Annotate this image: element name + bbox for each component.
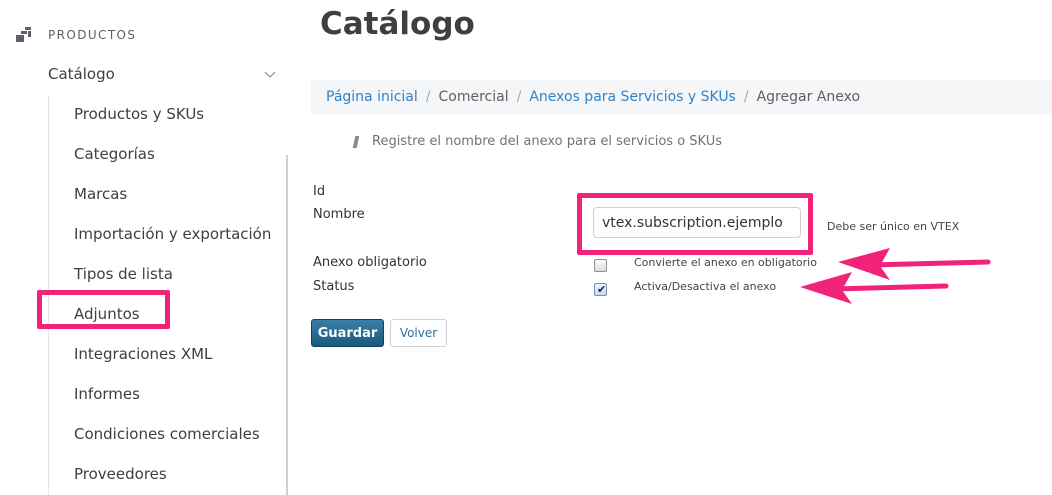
arrow-mandatory-icon bbox=[838, 248, 991, 280]
sidebar-item-integraciones-xml[interactable]: Integraciones XML bbox=[74, 343, 212, 365]
status-checkbox[interactable]: ✔ bbox=[594, 283, 607, 296]
sidebar: PRODUCTOS Catálogo Productos y SKUs Cate… bbox=[0, 0, 290, 495]
highlight-box-name-input bbox=[577, 193, 813, 255]
name-help: Debe ser único en VTEX bbox=[827, 220, 960, 233]
breadcrumb-current: Agregar Anexo bbox=[756, 89, 861, 105]
sidebar-item-productos-skus[interactable]: Productos y SKUs bbox=[74, 103, 204, 125]
sidebar-item-informes[interactable]: Informes bbox=[74, 383, 140, 405]
save-button[interactable]: Guardar bbox=[311, 319, 384, 347]
sidebar-item-proveedores[interactable]: Proveedores bbox=[74, 463, 167, 485]
sidebar-section-title: PRODUCTOS bbox=[48, 28, 137, 42]
sidebar-item-catalogo[interactable]: Catálogo bbox=[48, 62, 278, 86]
status-help: Activa/Desactiva el anexo bbox=[634, 280, 777, 293]
sidebar-item-importacion[interactable]: Importación y exportación bbox=[74, 223, 271, 245]
products-icon bbox=[16, 27, 34, 43]
breadcrumb: Página inicial / Comercial / Anexos para… bbox=[311, 80, 1052, 114]
sidebar-section-products[interactable]: PRODUCTOS bbox=[16, 24, 136, 46]
id-label: Id bbox=[313, 184, 326, 199]
arrow-status-icon bbox=[800, 272, 949, 304]
mandatory-label: Anexo obligatorio bbox=[313, 255, 427, 270]
sidebar-item-marcas[interactable]: Marcas bbox=[74, 183, 127, 205]
name-label: Nombre bbox=[313, 207, 365, 222]
sidebar-item-condiciones[interactable]: Condiciones comerciales bbox=[74, 423, 260, 445]
breadcrumb-separator: / bbox=[425, 89, 431, 105]
highlight-box-adjuntos bbox=[37, 290, 170, 329]
chevron-down-icon[interactable] bbox=[264, 65, 276, 78]
back-button[interactable]: Volver bbox=[390, 319, 447, 347]
breadcrumb-annexes-link[interactable]: Anexos para Servicios y SKUs bbox=[529, 89, 736, 105]
info-note: Registre el nombre del anexo para el ser… bbox=[352, 134, 723, 149]
page-title: Catálogo bbox=[320, 6, 475, 42]
info-bar-icon bbox=[352, 135, 360, 148]
check-icon: ✔ bbox=[597, 283, 607, 296]
status-label: Status bbox=[313, 279, 355, 294]
sidebar-item-categorias[interactable]: Categorías bbox=[74, 143, 155, 165]
sidebar-item-label: Catálogo bbox=[48, 65, 115, 83]
sidebar-scrollbar[interactable] bbox=[286, 155, 288, 495]
mandatory-checkbox[interactable] bbox=[594, 259, 607, 272]
breadcrumb-commercial: Comercial bbox=[438, 89, 509, 105]
sidebar-item-tipos-lista[interactable]: Tipos de lista bbox=[74, 263, 173, 285]
info-text: Registre el nombre del anexo para el ser… bbox=[372, 134, 723, 149]
breadcrumb-separator: / bbox=[743, 89, 749, 105]
breadcrumb-separator: / bbox=[516, 89, 522, 105]
mandatory-help: Convierte el anexo en obligatorio bbox=[634, 256, 817, 269]
breadcrumb-home-link[interactable]: Página inicial bbox=[326, 89, 418, 105]
